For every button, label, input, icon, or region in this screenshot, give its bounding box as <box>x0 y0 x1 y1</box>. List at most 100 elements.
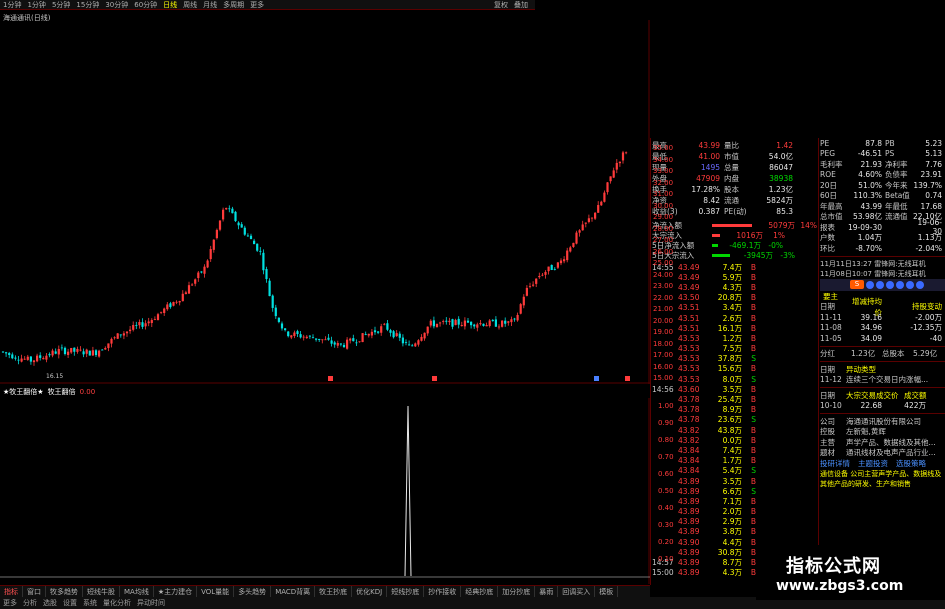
indicator-tab[interactable]: 加分抄底 <box>498 585 536 598</box>
indicator-tab[interactable]: 指标 <box>0 585 23 598</box>
share-cell: 总股本 <box>882 349 905 359</box>
panel-link[interactable]: 投研详情 <box>820 458 858 469</box>
candle-body <box>423 332 426 339</box>
indicator-chart[interactable] <box>0 398 650 584</box>
period-tab[interactable]: 15分钟 <box>73 0 102 10</box>
indicator-tab[interactable]: MACD背离 <box>271 585 316 598</box>
stat-row: 收益(3) 0.387 PE(动) 85.3 <box>652 206 817 217</box>
indicator-tab[interactable]: 多头趋势 <box>234 585 272 598</box>
status-item[interactable]: 选股 <box>43 598 57 608</box>
candle-body <box>259 250 262 252</box>
indicator-tab[interactable]: 暴雨 <box>535 585 559 598</box>
tick-side: B <box>750 323 756 333</box>
indicator-tab[interactable]: 窗口 <box>23 585 46 598</box>
period-tab[interactable]: 60分钟 <box>131 0 160 10</box>
col-header: 日期 <box>820 302 835 312</box>
tool-icon[interactable] <box>866 280 874 289</box>
stat-value: 43.99 <box>698 141 720 150</box>
news-item[interactable]: 11月11日13:27 雷锋网:无线耳机 <box>820 259 945 269</box>
indicator-tab[interactable]: 优化KDJ <box>352 585 388 598</box>
indicator-tab[interactable]: 牧王抄底 <box>315 585 353 598</box>
fin-value: -8.70% <box>855 243 882 253</box>
candle-body <box>392 331 395 338</box>
panel-link[interactable]: 主题投资 <box>858 458 896 469</box>
candle-body <box>572 242 575 247</box>
price-axis-tick: 30.00 <box>653 201 674 210</box>
holder-row: 11-05 34.09 -40 <box>820 333 945 344</box>
input-method-logo[interactable]: S <box>850 280 864 289</box>
indicator-tab[interactable]: 经典抄底 <box>461 585 499 598</box>
watermark: 指标公式网 www.zbgs3.com <box>756 545 945 600</box>
candle-body <box>587 218 590 222</box>
candle-body <box>79 349 82 351</box>
status-item[interactable]: 系统 <box>83 598 97 608</box>
kline-chart[interactable]: 16.15 <box>0 20 650 384</box>
col-header: 持股变动 <box>912 302 942 312</box>
tick-side: S <box>751 486 756 496</box>
news-item[interactable]: 11月08日10:07 雷锋网:无线耳机 <box>820 269 945 279</box>
candle-body <box>550 264 553 270</box>
candle-body <box>175 301 178 303</box>
indicator-tab[interactable]: 牧多趋势 <box>46 585 83 598</box>
indicator-tab[interactable]: VOL量能 <box>197 585 235 598</box>
status-item[interactable]: 设置 <box>63 598 77 608</box>
candle-body <box>172 302 175 306</box>
fin-value: 1.04万 <box>857 233 882 243</box>
status-item[interactable]: 异动时间 <box>137 598 165 608</box>
tick-row: 43.82 43.8万 B <box>652 425 817 435</box>
tool-icon[interactable] <box>886 280 894 289</box>
candle-body <box>383 323 386 325</box>
fin-value: -2.04% <box>915 243 942 253</box>
period-tab[interactable]: 更多 <box>247 0 267 10</box>
indicator-tab[interactable]: 抄作接收 <box>424 585 462 598</box>
period-tab[interactable]: 月线 <box>200 0 220 10</box>
tool-icon[interactable] <box>876 280 884 289</box>
candle-body <box>603 192 606 202</box>
status-item[interactable]: 量化分析 <box>103 598 131 608</box>
fin-row: 环比 -8.70% -2.04% <box>820 243 945 254</box>
indicator-tab[interactable]: 短线抄底 <box>387 585 425 598</box>
tool-icon[interactable] <box>896 280 904 289</box>
tool-icon[interactable] <box>916 280 924 289</box>
fin-value: 43.99 <box>860 201 882 211</box>
period-tab[interactable]: 1分钟 <box>24 0 48 10</box>
block-date: 10-10 <box>820 401 842 411</box>
stat-label: 股本 <box>724 185 739 194</box>
candle-body <box>597 205 600 213</box>
indicator-tab[interactable]: 回调买入 <box>558 585 596 598</box>
flow-percent: -3% <box>780 250 795 260</box>
tool-icon[interactable] <box>906 280 914 289</box>
indicator-tab[interactable]: 短线牛股 <box>83 585 120 598</box>
flow-bar <box>712 223 752 227</box>
event-marker <box>625 376 630 381</box>
flow-bar <box>712 253 730 257</box>
toolbar-option[interactable]: 复权 <box>491 0 511 10</box>
fin-value: 7.76 <box>925 159 942 169</box>
status-item[interactable]: 更多 <box>3 598 17 608</box>
share-cell: 5.29亿 <box>913 349 938 359</box>
indicator-tab[interactable]: MA均线 <box>120 585 154 598</box>
toolbar-option[interactable]: 叠加 <box>511 0 531 10</box>
status-item[interactable]: 分析 <box>23 598 37 608</box>
tick-row: 43.78 23.6万 S <box>652 415 817 425</box>
period-tab[interactable]: 周线 <box>180 0 200 10</box>
holder-row: 11-11 39.16 -2.00万 <box>820 312 945 323</box>
tick-side: B <box>750 568 756 578</box>
indicator-tab[interactable]: ★主力建仓 <box>154 585 198 598</box>
price-axis-tick: 31.00 <box>653 190 674 198</box>
period-tab[interactable]: 5分钟 <box>49 0 73 10</box>
candle-body <box>48 354 51 356</box>
period-tab[interactable]: 多周期 <box>220 0 247 10</box>
panel-link[interactable]: 选股策略 <box>896 458 934 469</box>
stat-row: 外盘 47909 内盘 38938 <box>652 173 817 184</box>
tick-row: 43.89 3.8万 B <box>652 527 817 537</box>
period-tab[interactable]: 30分钟 <box>102 0 131 10</box>
indicator-tab[interactable]: 模板 <box>595 585 619 598</box>
event-row[interactable]: 11-12 连续三个交易日内涨幅... <box>820 375 945 386</box>
fin-value: 23.91 <box>920 170 942 180</box>
candle-body <box>116 333 119 339</box>
period-tab[interactable]: 1分钟 <box>0 0 24 10</box>
tick-row: 43.53 8.0万 S <box>652 374 817 384</box>
period-tab[interactable]: 日线 <box>160 0 180 10</box>
tick-row: 43.84 5.4万 S <box>652 466 817 476</box>
